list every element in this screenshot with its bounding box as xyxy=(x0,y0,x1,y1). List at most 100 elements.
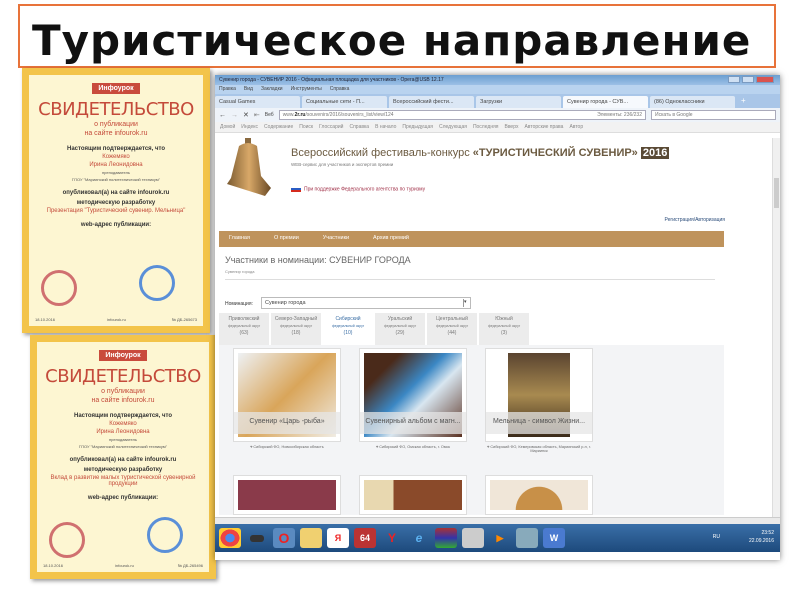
souvenir-location: ⌖ Сибирский ФО, Омская область, г. Омск xyxy=(375,445,451,449)
user-photo-icon[interactable] xyxy=(462,528,484,548)
navigation-links-bar: Домой Индекс Содержание Поиск Глоссарий Справ… xyxy=(215,122,780,133)
register-login-link[interactable]: Регистрация/Авторизация xyxy=(664,217,725,223)
site-title: Всероссийский фестиваль-конкурс «ТУРИСТИ… xyxy=(291,147,670,159)
folder-icon[interactable] xyxy=(300,528,322,548)
location-text: Сибирский ФО, Новосибирская область xyxy=(253,445,324,449)
back-icon[interactable]: ← xyxy=(219,112,226,119)
stop-icon[interactable]: ✕ xyxy=(243,111,249,119)
cert-published: опубликовал(а) на сайте infourok.ru xyxy=(69,457,177,463)
chrome-icon[interactable] xyxy=(219,528,241,548)
souvenir-card[interactable] xyxy=(359,475,467,515)
maximize-button[interactable] xyxy=(742,76,754,83)
tab-yuzhny[interactable]: Южный федеральный округ (3) xyxy=(479,313,529,345)
tab-odnoklassniki[interactable]: (86) Одноклассники xyxy=(650,96,735,108)
menu-view[interactable]: Вид xyxy=(244,86,253,93)
district-count: (44) xyxy=(447,330,457,336)
souvenir-card[interactable]: Сувенир «Царь -рыба» xyxy=(233,348,341,442)
nav-link[interactable]: Предыдущая xyxy=(402,124,433,130)
minimize-button[interactable] xyxy=(728,76,740,83)
clock-date: 22.09.2016 xyxy=(748,538,774,544)
close-button[interactable] xyxy=(756,76,774,83)
taskbar: O Я 64 Y e ▶ W RU 23:52 22.09.2016 xyxy=(215,524,780,552)
word-icon[interactable]: W xyxy=(543,528,565,548)
nav-link[interactable]: Последняя xyxy=(473,124,499,130)
souvenir-card[interactable]: Сувенирный альбом с магн... xyxy=(359,348,467,442)
opera-icon[interactable]: O xyxy=(273,528,295,548)
tab-uralsky[interactable]: Уральский федеральный округ (29) xyxy=(375,313,425,345)
yandex-browser-icon[interactable]: Y xyxy=(381,528,403,548)
district-sub: федеральный округ xyxy=(331,324,365,328)
nav-link[interactable]: Следующая xyxy=(439,124,467,130)
menu-tools[interactable]: Инструменты xyxy=(291,86,322,93)
tab-privolzhsky[interactable]: Приволжский федеральный округ (63) xyxy=(219,313,269,345)
home-icon[interactable]: ⇤ xyxy=(254,111,260,119)
cert-confirm: Настоящим подтверждается, что xyxy=(74,413,172,419)
tab-sibirsky[interactable]: Сибирский федеральный округ (10) xyxy=(323,313,373,345)
souvenir-image xyxy=(364,480,462,510)
menu-help[interactable]: Справка xyxy=(330,86,350,93)
cert-confirm: Настоящим подтверждается, что xyxy=(67,146,165,152)
aida64-icon[interactable]: 64 xyxy=(354,528,376,548)
souvenir-card[interactable] xyxy=(233,475,341,515)
cert-work-title: Вклад в развитие малых туристической сув… xyxy=(50,475,196,487)
nav-link[interactable]: Содержание xyxy=(264,124,293,130)
url-domain: 2r.ru xyxy=(294,112,306,118)
tab-social[interactable]: Социальные сети - П... xyxy=(302,96,387,108)
nomination-select[interactable]: Сувенир города ▾ xyxy=(261,297,471,309)
nav-link[interactable]: Индекс xyxy=(241,124,258,130)
souvenir-card[interactable]: Мельница - символ Жизни... xyxy=(485,348,593,442)
nav-home[interactable]: Главная xyxy=(229,235,250,243)
certificate-1: Инфоурок СВИДЕТЕЛЬСТВО о публикации на с… xyxy=(22,68,210,333)
nav-link[interactable]: Глоссарий xyxy=(319,124,343,130)
nav-link[interactable]: Вверх xyxy=(505,124,519,130)
mouse-icon[interactable] xyxy=(246,528,268,548)
district-count: (3) xyxy=(500,330,508,336)
yandex-icon[interactable]: Я xyxy=(327,528,349,548)
cert-number: № ДБ-265496 xyxy=(177,563,203,568)
stamp-icon xyxy=(139,265,175,301)
nav-archive[interactable]: Архив премий xyxy=(373,235,409,243)
seal-icon xyxy=(49,522,85,558)
scrollbar-thumb[interactable] xyxy=(774,178,779,208)
ie-icon[interactable]: e xyxy=(408,528,430,548)
clock[interactable]: 23:52 22.09.2016 xyxy=(749,529,774,545)
tab-centralny[interactable]: Центральный федеральный округ (44) xyxy=(427,313,477,345)
forward-icon[interactable]: → xyxy=(231,112,238,119)
nav-link[interactable]: Справка xyxy=(349,124,369,130)
breadcrumb[interactable]: Сувенир города xyxy=(225,269,255,274)
nav-link[interactable]: Домой xyxy=(220,124,235,130)
nav-link[interactable]: Автор xyxy=(569,124,583,130)
menu-edit[interactable]: Правка xyxy=(219,86,236,93)
souvenir-card[interactable] xyxy=(485,475,593,515)
new-tab-button[interactable]: + xyxy=(737,96,750,108)
menu-bookmarks[interactable]: Закладки xyxy=(261,86,283,93)
nav-link[interactable]: В начало xyxy=(375,124,396,130)
souvenir-image xyxy=(490,480,588,510)
tab-severo-zapadny[interactable]: Северо-Западный федеральный округ (18) xyxy=(271,313,321,345)
district-tabs: Приволжский федеральный округ (63) Северо-… xyxy=(219,313,529,345)
cert-published: опубликовал(а) на сайте infourok.ru xyxy=(62,190,170,196)
district-sub: федеральный округ xyxy=(435,324,469,328)
tab-souvenir[interactable]: Сувенир города - СУВ... xyxy=(563,96,648,108)
vertical-scrollbar[interactable] xyxy=(772,138,780,526)
winrar-icon[interactable] xyxy=(435,528,457,548)
nav-link[interactable]: Авторские права xyxy=(524,124,563,130)
clock-time: 23:52 xyxy=(761,530,774,536)
nav-about[interactable]: О премии xyxy=(274,235,299,243)
media-player-icon[interactable]: ▶ xyxy=(489,528,511,548)
app-icon[interactable] xyxy=(516,528,538,548)
nav-participants[interactable]: Участники xyxy=(323,235,349,243)
cert-web-label: web-адрес публикации: xyxy=(80,222,152,228)
tab-casual-games[interactable]: Casual Games xyxy=(215,96,300,108)
search-input[interactable]: Искать в Google xyxy=(651,110,776,120)
support-link[interactable]: При поддержке Федерального агентства по … xyxy=(291,186,425,192)
tab-downloads[interactable]: Загрузки xyxy=(476,96,561,108)
page-title: Участники в номинации: СУВЕНИР ГОРОДА xyxy=(225,255,411,265)
nav-link[interactable]: Поиск xyxy=(299,124,313,130)
district-name: Южный xyxy=(495,316,513,322)
cert-sub: о публикации xyxy=(101,388,145,395)
tab-festival[interactable]: Всероссийский фести... xyxy=(389,96,474,108)
window-title: Сувенир города - СУВЕНИР 2016 - Официаль… xyxy=(219,77,444,83)
language-indicator[interactable]: RU xyxy=(713,534,720,540)
address-bar[interactable]: www.2r.ru/souvenirs/2016/souvenirs_list/… xyxy=(278,110,646,120)
